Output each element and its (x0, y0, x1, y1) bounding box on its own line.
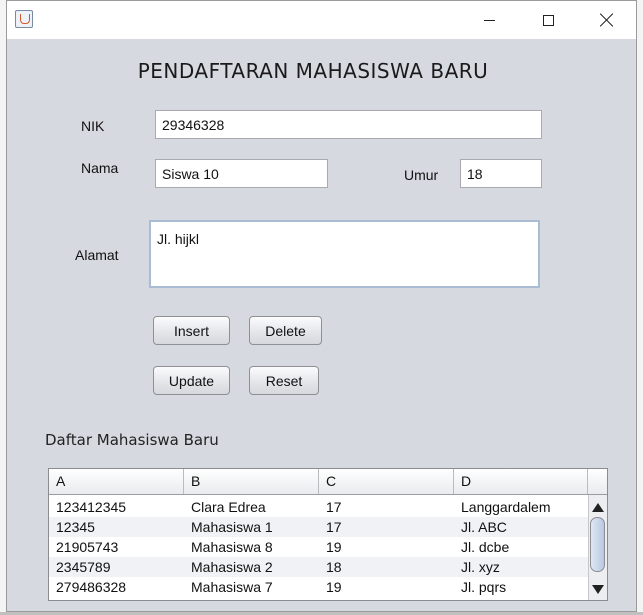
reset-button[interactable]: Reset (249, 366, 319, 395)
cell-nama: Mahasiswa 7 (191, 579, 273, 595)
cell-alamat: Jl. ABC (461, 519, 507, 535)
table-title: Daftar Mahasiswa Baru (45, 431, 219, 449)
cell-nik: 12345 (56, 519, 95, 535)
cell-umur: 19 (326, 579, 342, 595)
table-header: A B C D (49, 469, 607, 495)
header-corner (588, 469, 607, 494)
cell-umur: 19 (326, 539, 342, 555)
cell-umur: 17 (326, 499, 342, 515)
scroll-thumb[interactable] (590, 517, 605, 572)
scroll-up-arrow-icon[interactable] (592, 503, 604, 512)
java-icon[interactable] (15, 10, 33, 28)
update-button[interactable]: Update (153, 366, 230, 395)
insert-button[interactable]: Insert (153, 316, 230, 345)
maximize-button[interactable] (525, 1, 571, 39)
form-title: PENDAFTARAN MAHASISWA BARU (137, 59, 489, 83)
minimize-button[interactable] (466, 1, 512, 39)
nama-field[interactable]: Siswa 10 (155, 159, 328, 188)
cell-alamat: Langgardalem (461, 499, 551, 515)
table-scrollbar[interactable] (588, 495, 607, 600)
cell-nama: Mahasiswa 8 (191, 539, 273, 555)
table-row[interactable]: 12345 Mahasiswa 1 17 Jl. ABC (49, 517, 588, 537)
maximize-icon (542, 14, 554, 26)
table-row[interactable]: 279486328 Mahasiswa 7 19 Jl. pqrs (49, 577, 588, 597)
column-header-d[interactable]: D (454, 469, 588, 494)
cell-alamat: Jl. xyz (461, 559, 500, 575)
nik-field[interactable]: 29346328 (155, 110, 542, 139)
column-header-b[interactable]: B (184, 469, 319, 494)
cell-alamat: Jl. dcbe (461, 539, 510, 555)
cell-nik: 279486328 (56, 579, 127, 595)
cell-nik: 2345789 (56, 559, 111, 575)
delete-button[interactable]: Delete (249, 316, 322, 345)
students-table[interactable]: A B C D 123412345 Clara Edrea 17 Langgar… (48, 468, 608, 601)
alamat-textarea[interactable]: Jl. hijkl (149, 220, 540, 288)
table-row[interactable]: 21905743 Mahasiswa 8 19 Jl. dcbe (49, 537, 588, 557)
cell-nama: Mahasiswa 2 (191, 559, 273, 575)
umur-label: Umur (404, 167, 439, 183)
column-header-a[interactable]: A (49, 469, 184, 494)
nik-label: NIK (81, 118, 105, 134)
close-button[interactable] (584, 1, 630, 39)
cell-nik: 123412345 (56, 499, 127, 515)
close-icon (600, 13, 614, 27)
table-row[interactable]: 2345789 Mahasiswa 2 18 Jl. xyz (49, 557, 588, 577)
cell-nama: Mahasiswa 1 (191, 519, 273, 535)
table-body: 123412345 Clara Edrea 17 Langgardalem 12… (49, 497, 588, 597)
scroll-down-arrow-icon[interactable] (592, 585, 604, 594)
cell-umur: 17 (326, 519, 342, 535)
cell-umur: 18 (326, 559, 342, 575)
title-bar (7, 1, 636, 39)
alamat-label: Alamat (75, 247, 119, 263)
cell-nama: Clara Edrea (191, 499, 266, 515)
nama-label: Nama (81, 160, 119, 176)
cell-nik: 21905743 (56, 539, 119, 555)
app-window: PENDAFTARAN MAHASISWA BARU NIK 29346328 … (6, 0, 637, 612)
minimize-icon (483, 19, 495, 21)
cell-alamat: Jl. pqrs (461, 579, 507, 595)
column-header-c[interactable]: C (319, 469, 454, 494)
table-row[interactable]: 123412345 Clara Edrea 17 Langgardalem (49, 497, 588, 517)
umur-field[interactable]: 18 (460, 159, 542, 188)
